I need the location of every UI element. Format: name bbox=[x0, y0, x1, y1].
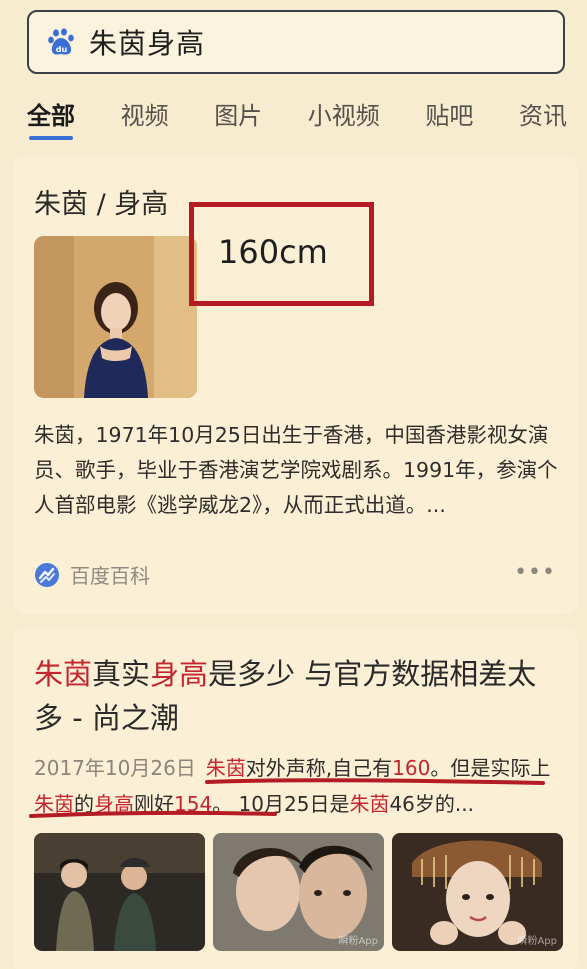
red-underline-annotation bbox=[205, 778, 545, 785]
source-label: 百度百科 bbox=[70, 564, 150, 588]
thumbnail-watermark: 瞬粉App bbox=[338, 936, 378, 947]
answer-card[interactable]: 朱茵 / 身高 160cm 朱茵，1971年10月25日出生于香港，中国香港影视… bbox=[13, 156, 578, 614]
answer-description[interactable]: 朱茵，1971年10月25日出生于香港，中国香港影视女演员、歌手，毕业于香港演艺… bbox=[34, 418, 562, 523]
baidu-paw-icon: du bbox=[47, 27, 77, 57]
snippet-keyword: 朱茵 bbox=[349, 792, 390, 816]
title-keyword: 朱茵 bbox=[34, 657, 93, 691]
result-date: 2017年10月26日 bbox=[34, 756, 196, 780]
tab-video[interactable]: 视频 bbox=[121, 92, 169, 131]
snippet-text: 46岁的... bbox=[389, 792, 474, 816]
thumbnail-image[interactable]: 瞬粉App bbox=[213, 833, 384, 951]
baike-icon bbox=[34, 562, 60, 588]
answer-title[interactable]: 朱茵 / 身高 bbox=[34, 182, 168, 221]
thumbnail-watermark: 瞬粉App bbox=[517, 936, 557, 947]
search-bar[interactable]: du 朱茵身高 bbox=[27, 10, 565, 74]
search-input[interactable]: 朱茵身高 bbox=[89, 22, 205, 62]
tab-tieba[interactable]: 贴吧 bbox=[425, 92, 473, 131]
source-link[interactable]: 百度百科 bbox=[34, 560, 150, 589]
tab-images[interactable]: 图片 bbox=[214, 92, 262, 131]
red-underline-annotation bbox=[29, 810, 277, 818]
result-card[interactable]: 朱茵真实身高是多少 与官方数据相差太多 - 尚之潮 2017年10月26日 朱茵对… bbox=[13, 628, 578, 969]
tab-news[interactable]: 资讯 bbox=[519, 92, 567, 131]
tab-bar: 全部 视频 图片 小视频 贴吧 资讯 bbox=[27, 92, 567, 144]
tab-all[interactable]: 全部 bbox=[27, 92, 75, 140]
title-text: 真实 bbox=[92, 657, 151, 691]
thumbnail-image[interactable] bbox=[34, 833, 205, 951]
result-title[interactable]: 朱茵真实身高是多少 与官方数据相差太多 - 尚之潮 bbox=[34, 652, 564, 740]
title-keyword: 身高 bbox=[150, 657, 209, 691]
thumbnail-image[interactable]: 瞬粉App bbox=[392, 833, 563, 951]
more-dots-icon[interactable]: ••• bbox=[514, 560, 556, 585]
portrait-image[interactable] bbox=[34, 236, 197, 398]
tab-short-video[interactable]: 小视频 bbox=[308, 92, 380, 131]
svg-text:du: du bbox=[56, 45, 68, 54]
height-value: 160cm bbox=[218, 233, 328, 271]
thumbnail-strip: 瞬粉App 瞬粉App bbox=[34, 833, 563, 951]
